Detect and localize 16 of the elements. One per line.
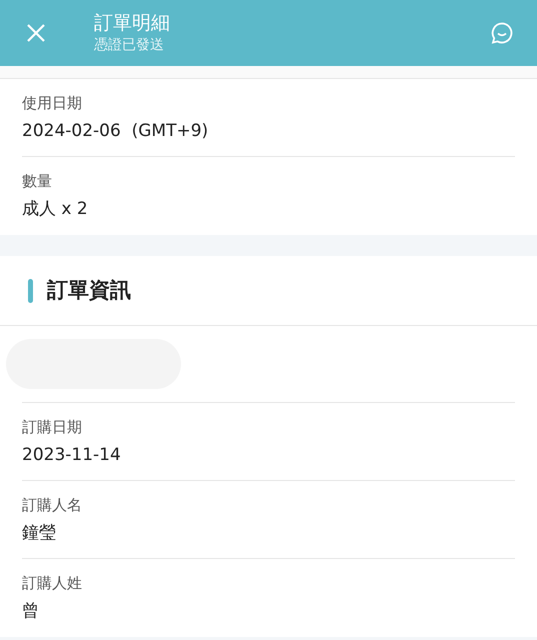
accent-bar (28, 278, 33, 302)
field-label: 訂購日期 (22, 418, 83, 436)
page-title: 訂單明細 (94, 11, 171, 35)
field-label: 訂購人名 (22, 496, 83, 514)
field-label: 使用日期 (22, 94, 83, 112)
field-value: 曾 (22, 600, 40, 622)
close-icon (26, 23, 46, 43)
field-label: 訂購人姓 (22, 574, 83, 592)
field-value: 2023-11-14 (22, 444, 122, 466)
section-heading: 訂單資訊 (47, 276, 131, 304)
chat-icon (490, 21, 514, 45)
field-value: 成人 x 2 (22, 198, 89, 220)
page-subtitle: 憑證已發送 (94, 36, 165, 55)
field-value: 2024-02-06 (GMT+9) (22, 120, 210, 142)
field-value: 鐘瑩 (22, 522, 57, 544)
field-label: 數量 (22, 172, 53, 190)
